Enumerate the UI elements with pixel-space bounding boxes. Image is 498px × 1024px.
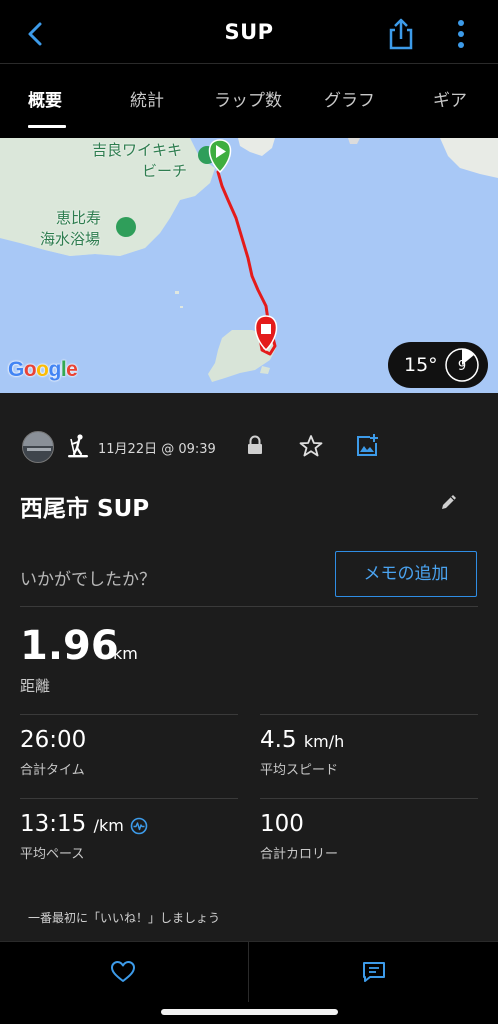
more-icon[interactable] xyxy=(446,14,476,54)
divider xyxy=(260,714,478,715)
add-memo-button[interactable]: メモの追加 xyxy=(335,551,477,597)
pace-zone-icon[interactable] xyxy=(130,817,148,835)
tab-laps[interactable]: ラップ数 xyxy=(214,86,282,111)
activity-meta-row: 11月22日 @ 09:39 xyxy=(0,429,498,465)
distance-unit: km xyxy=(113,644,138,663)
edit-icon[interactable] xyxy=(438,491,460,513)
top-bar: SUP xyxy=(0,0,498,64)
share-icon[interactable] xyxy=(384,14,418,54)
feeling-prompt[interactable]: いかがでしたか？ xyxy=(20,565,156,590)
like-prompt: 一番最初に「いいね！」しましょう xyxy=(28,911,221,925)
route-map[interactable]: 吉良ワイキキ ビーチ 恵比寿 海水浴場 Google 15° 9 xyxy=(0,138,498,393)
bottom-action-bar xyxy=(0,941,498,1024)
wind-dial-icon: 9 xyxy=(445,348,479,382)
distance-label: 距離 xyxy=(20,677,51,695)
temperature-value: 15° xyxy=(404,354,438,376)
calories-label: 合計カロリー xyxy=(260,847,339,862)
avg-pace-label: 平均ペース xyxy=(20,847,85,862)
tab-gear[interactable]: ギア xyxy=(433,86,467,111)
active-tab-indicator xyxy=(28,125,66,128)
divider xyxy=(260,798,478,799)
avatar[interactable] xyxy=(22,431,54,463)
comment-icon[interactable] xyxy=(361,959,387,985)
divider xyxy=(20,798,238,799)
home-indicator xyxy=(161,1009,338,1015)
avg-speed-value: 4.5 xyxy=(260,727,297,753)
map-label-kira-beach: 吉良ワイキキ ビーチ xyxy=(92,140,187,182)
avg-pace-unit: /km xyxy=(93,816,124,835)
avg-speed-unit: km/h xyxy=(303,732,345,751)
page-title: SUP xyxy=(224,20,274,44)
divider xyxy=(20,714,238,715)
map-label-ebisu-line2: 海水浴場 xyxy=(40,230,101,248)
bottom-divider xyxy=(248,942,249,1002)
total-time-value: 26:00 xyxy=(20,727,87,753)
avg-speed-stat: 4.5 km/h xyxy=(260,727,344,753)
map-label-kira-line1: 吉良ワイキキ xyxy=(92,141,183,159)
google-logo: Google xyxy=(8,358,78,381)
map-label-kira-line2: ビーチ xyxy=(142,162,188,180)
activity-title: 西尾市 SUP xyxy=(20,496,150,522)
sup-icon xyxy=(68,434,88,458)
distance-value: 1.96 xyxy=(20,623,119,669)
divider xyxy=(20,606,478,607)
star-icon[interactable] xyxy=(298,433,324,459)
wind-widget: 15° 9 xyxy=(388,342,488,388)
total-time-label: 合計タイム xyxy=(20,763,85,778)
calories-value: 100 xyxy=(260,811,304,837)
avg-pace-stat: 13:15 /km xyxy=(20,811,124,837)
tab-graph[interactable]: グラフ xyxy=(324,86,375,111)
tab-overview[interactable]: 概要 xyxy=(28,86,62,111)
tab-stats[interactable]: 統計 xyxy=(130,86,164,111)
activity-panel: 11月22日 @ 09:39 西尾市 SUP いかがでしたか？ メモの追加 1.… xyxy=(0,393,498,941)
add-photo-icon[interactable] xyxy=(354,432,380,458)
tab-bar: 概要 統計 ラップ数 グラフ ギア xyxy=(0,64,498,138)
avg-speed-label: 平均スピード xyxy=(260,763,339,778)
activity-date: 11月22日 @ 09:39 xyxy=(98,442,216,457)
map-label-ebisu-line1: 恵比寿 xyxy=(56,209,102,227)
avg-pace-value: 13:15 xyxy=(20,811,87,837)
lock-icon[interactable] xyxy=(246,434,264,456)
svg-text:9: 9 xyxy=(458,359,466,374)
map-label-ebisu-beach: 恵比寿 海水浴場 xyxy=(40,208,101,250)
heart-icon[interactable] xyxy=(110,960,136,984)
